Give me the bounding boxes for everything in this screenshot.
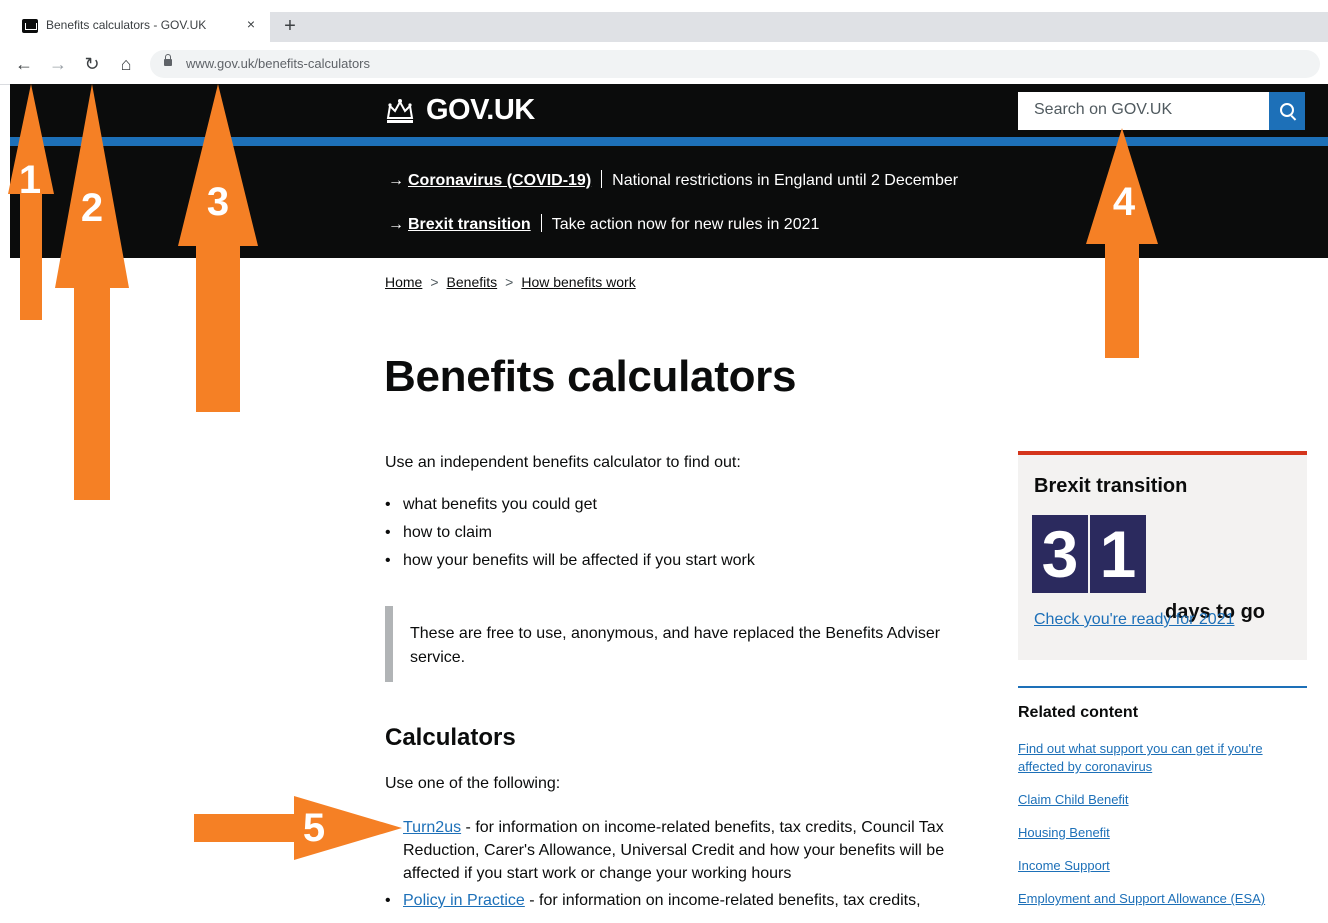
annotation-label: 1 xyxy=(18,158,42,202)
annotation-label: 2 xyxy=(80,186,104,230)
breadcrumb-separator: > xyxy=(505,274,514,290)
list-item: Policy in Practice - for information on … xyxy=(385,889,985,912)
annotation-label: 4 xyxy=(1112,180,1136,224)
tab-title: Benefits calculators - GOV.UK xyxy=(46,18,207,32)
breadcrumb-separator: > xyxy=(430,274,439,290)
countdown-digit: 3 xyxy=(1032,515,1088,593)
divider xyxy=(540,214,542,232)
brexit-transition-link[interactable]: Brexit transition xyxy=(408,216,531,233)
calculators-heading: Calculators xyxy=(385,724,516,751)
list-item: Find out what support you can get if you… xyxy=(1018,740,1307,776)
related-content: Related content Find out what support yo… xyxy=(1018,686,1307,906)
related-link-child-benefit[interactable]: Claim Child Benefit xyxy=(1018,792,1129,807)
search-field[interactable] xyxy=(1018,92,1270,130)
annotation-label: 5 xyxy=(302,806,326,850)
back-button[interactable]: ← xyxy=(12,52,36,76)
list-item: Employment and Support Allowance (ESA) xyxy=(1018,890,1307,908)
list-item: Income Support xyxy=(1018,857,1307,875)
related-link-housing-benefit[interactable]: Housing Benefit xyxy=(1018,825,1110,840)
breadcrumb-benefits[interactable]: Benefits xyxy=(447,274,498,290)
countdown-digit: 1 xyxy=(1090,515,1146,593)
list-item: what benefits you could get xyxy=(385,496,755,524)
address-bar[interactable]: www.gov.uk/benefits-calculators xyxy=(150,50,1320,78)
search-button[interactable] xyxy=(1269,92,1305,130)
list-item: Claim Child Benefit xyxy=(1018,791,1307,809)
breadcrumb: Home > Benefits > How benefits work xyxy=(385,274,636,290)
inset-text-box: These are free to use, anonymous, and ha… xyxy=(385,606,993,682)
url-text[interactable]: www.gov.uk/benefits-calculators xyxy=(186,56,370,71)
new-tab-button[interactable]: + xyxy=(280,14,300,38)
calculators-list: Turn2us - for information on income-rela… xyxy=(385,816,985,916)
related-link-coronavirus-support[interactable]: Find out what support you can get if you… xyxy=(1018,741,1263,774)
reload-button[interactable]: ↻ xyxy=(80,52,104,76)
check-ready-link[interactable]: Check you're ready for 2021 xyxy=(1034,611,1235,629)
brexit-box-title: Brexit transition xyxy=(1034,475,1188,497)
related-links: Find out what support you can get if you… xyxy=(1018,740,1307,923)
policy-in-practice-link[interactable]: Policy in Practice xyxy=(403,892,525,909)
intro-text: Use an independent benefits calculator t… xyxy=(385,454,741,471)
related-content-title: Related content xyxy=(1018,704,1139,721)
notice-brexit: → Brexit transition Take action now for ne… xyxy=(388,214,819,234)
notice-text: Take action now for new rules in 2021 xyxy=(551,216,820,233)
notice-text: National restrictions in England until 2… xyxy=(612,172,959,189)
benefit-list: what benefits you could get how to claim… xyxy=(385,496,755,580)
calculators-intro: Use one of the following: xyxy=(385,775,561,792)
browser-tab-bar: Benefits calculators - GOV.UK × + xyxy=(0,0,1328,44)
forward-button[interactable]: → xyxy=(46,52,70,76)
annotation-arrow-up xyxy=(178,84,258,412)
breadcrumb-how-benefits-work[interactable]: How benefits work xyxy=(521,274,635,290)
search-icon xyxy=(1280,103,1294,117)
close-tab-icon[interactable]: × xyxy=(242,16,260,32)
arrow-right-icon: → xyxy=(388,172,404,189)
browser-tab[interactable]: Benefits calculators - GOV.UK × xyxy=(12,10,270,44)
annotation-label: 3 xyxy=(206,180,230,224)
list-item: Housing Benefit xyxy=(1018,824,1307,842)
crown-icon xyxy=(386,99,414,123)
browser-toolbar: ← → ↻ ⌂ www.gov.uk/benefits-calculators xyxy=(0,44,1328,85)
calculator-description: - for information on income-related bene… xyxy=(403,819,945,882)
inset-text: These are free to use, anonymous, and ha… xyxy=(410,625,941,666)
list-item: Turn2us - for information on income-rela… xyxy=(385,816,985,885)
divider xyxy=(601,170,603,188)
covid-link[interactable]: Coronavirus (COVID-19) xyxy=(408,172,591,189)
arrow-right-icon: → xyxy=(388,216,404,233)
lock-icon[interactable] xyxy=(164,54,172,66)
list-item: how your benefits will be affected if yo… xyxy=(385,552,755,580)
home-button[interactable]: ⌂ xyxy=(114,52,138,76)
page-title: Benefits calculators xyxy=(384,352,797,401)
search-input[interactable] xyxy=(1018,92,1266,128)
govuk-favicon-icon xyxy=(22,19,38,33)
related-link-esa[interactable]: Employment and Support Allowance (ESA) xyxy=(1018,891,1265,906)
list-item: how to claim xyxy=(385,524,755,552)
tab-strip xyxy=(270,12,1328,42)
breadcrumb-home[interactable]: Home xyxy=(385,274,422,290)
brexit-countdown-box: Brexit transition 3 1 days to go Check y… xyxy=(1018,451,1307,660)
logo-text: GOV.UK xyxy=(426,94,535,126)
related-link-income-support[interactable]: Income Support xyxy=(1018,858,1110,873)
notice-covid: → Coronavirus (COVID-19) National restrict… xyxy=(388,170,958,190)
calculator-description: - for information on income-related bene… xyxy=(524,892,921,909)
annotation-arrow-up xyxy=(55,84,129,500)
turn2us-link[interactable]: Turn2us xyxy=(403,819,461,836)
annotation-arrow-up xyxy=(1086,128,1158,358)
